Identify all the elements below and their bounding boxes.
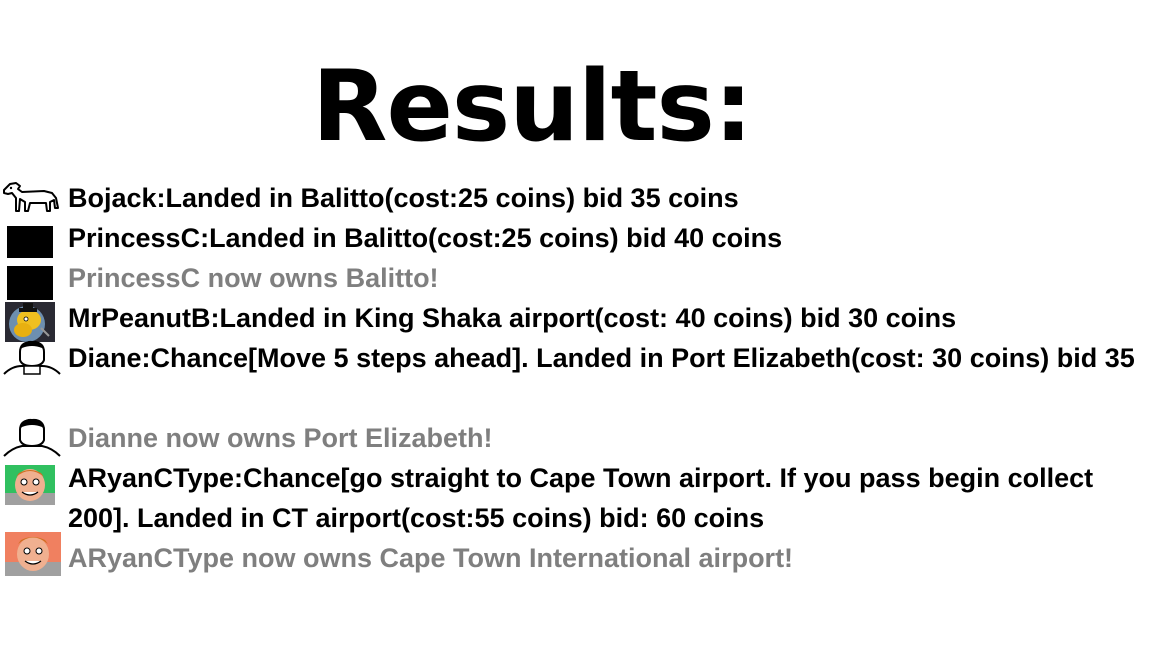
result-row: PrincessC:Landed in Balitto(cost:25 coin… (0, 218, 1152, 258)
result-row: Dianne now owns Port Elizabeth! (0, 418, 1152, 458)
result-row: Bojack:Landed in Balitto(cost:25 coins) … (0, 178, 1152, 218)
ownership-message: ARyanCType now owns Cape Town Internatio… (68, 543, 794, 573)
horse-icon (0, 178, 68, 218)
result-row: ARyanCType:Chance[go straight to Cape To… (0, 458, 1152, 538)
result-row: PrincessC now owns Balitto! (0, 258, 1152, 300)
result-row: ARyanCType now owns Cape Town Internatio… (0, 532, 1152, 578)
person-sketch-icon (0, 418, 68, 458)
black-square-icon (0, 218, 68, 258)
person-sketch-icon (0, 338, 68, 418)
cartoon-face-icon (0, 532, 68, 578)
result-row: Diane:Chance[Move 5 steps ahead]. Landed… (0, 338, 1152, 418)
peanut-icon (0, 298, 68, 342)
results-feed: Bojack:Landed in Balitto(cost:25 coins) … (0, 178, 1152, 578)
ownership-message: Dianne now owns Port Elizabeth! (68, 423, 493, 453)
results-title: Results: (312, 50, 753, 164)
black-square-icon (0, 258, 68, 300)
result-message: PrincessC:Landed in Balitto(cost:25 coin… (68, 223, 783, 253)
ownership-message: PrincessC now owns Balitto! (68, 263, 439, 293)
result-message: MrPeanutB:Landed in King Shaka airport(c… (68, 303, 957, 333)
result-row: MrPeanutB:Landed in King Shaka airport(c… (0, 298, 1152, 342)
result-message: Diane:Chance[Move 5 steps ahead]. Landed… (68, 343, 1135, 373)
cartoon-face-icon (0, 458, 68, 538)
result-message: ARyanCType:Chance[go straight to Cape To… (68, 463, 1094, 533)
result-message: Bojack:Landed in Balitto(cost:25 coins) … (68, 183, 739, 213)
